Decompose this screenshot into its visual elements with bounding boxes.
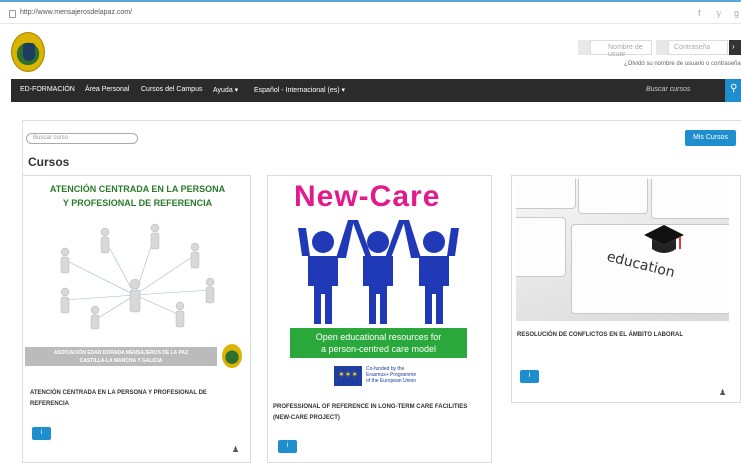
info-icon[interactable]: i (278, 440, 297, 453)
login-button[interactable]: › (729, 40, 741, 55)
forgot-link[interactable]: ¿Olvidó su nombre de usuario o contraseñ… (624, 61, 741, 67)
course-image-1[interactable]: ATENCIÓN CENTRADA EN LA PERSONA Y PROFES… (25, 178, 250, 372)
oer-banner: Open educational resources for a person-… (290, 328, 467, 358)
info-icon[interactable]: i (32, 427, 51, 440)
people-network-illustration (60, 223, 215, 330)
url-text[interactable]: http://www.mensajerosdelapaz.com/ (20, 9, 132, 16)
graduation-cap-icon (644, 225, 684, 253)
eu-cofunding-text: Co-funded by the Erasmus+ Programme of t… (366, 366, 417, 384)
facebook-icon[interactable]: f (698, 8, 701, 18)
site-logo[interactable] (11, 32, 45, 72)
course-image-3[interactable]: education (516, 179, 729, 321)
main-nav: ED-FORMACIÓN Área Personal Cursos del Ca… (11, 79, 741, 102)
image-heading-line1: ATENCIÓN CENTRADA EN LA PERSONA (49, 184, 226, 194)
course-title-3[interactable]: RESOLUCIÓN DE CONFLICTOS EN EL ÁMBITO LA… (517, 330, 732, 341)
password-field[interactable]: Contraseña (668, 40, 728, 55)
association-band: ASOCIACIÓN EDAD DORADA MENSAJEROS DE LA … (25, 347, 217, 366)
nav-item-ayuda[interactable]: Ayuda ▾ (213, 86, 238, 94)
nav-search-input[interactable]: Buscar cursos (646, 86, 690, 93)
newcare-logo-text: New-Care (294, 180, 441, 213)
url-bar: http://www.mensajerosdelapaz.com/ f 𝕪 g (0, 0, 741, 24)
teacher-icon: ♟ (719, 388, 727, 397)
page-icon (9, 10, 16, 18)
association-logo (222, 344, 242, 368)
nav-item-ed-formacion[interactable]: ED-FORMACIÓN (20, 86, 75, 93)
twitter-icon[interactable]: 𝕪 (716, 8, 722, 19)
image-heading-line2: Y PROFESIONAL DE REFERENCIA (62, 198, 213, 208)
user-icon (578, 40, 590, 55)
info-icon[interactable]: i (520, 370, 539, 383)
course-search-input[interactable]: Buscar curso (26, 133, 138, 144)
eu-flag-icon: ✶✶✶ (334, 366, 362, 386)
course-title-1[interactable]: ATENCIÓN CENTRADA EN LA PERSONA Y PROFES… (30, 388, 235, 410)
username-field[interactable]: Nombre de usuar (590, 40, 652, 58)
key-icon (656, 40, 668, 55)
nav-item-area-personal[interactable]: Área Personal (85, 86, 129, 93)
my-courses-button[interactable]: Mis Cursos (685, 130, 736, 146)
course-image-2[interactable]: New-Care Open educational resources for … (286, 178, 471, 391)
raised-hands-illustration (298, 220, 459, 324)
search-icon[interactable]: ⚲ (725, 79, 741, 102)
nav-item-cursos-campus[interactable]: Cursos del Campus (141, 86, 202, 93)
teacher-icon: ♟ (232, 445, 240, 454)
google-plus-icon[interactable]: g (734, 8, 739, 18)
nav-item-language[interactable]: Español - Internacional (es) ▾ (254, 86, 345, 94)
course-title-2[interactable]: PROFESSIONAL OF REFERENCE IN LONG-TERM C… (273, 402, 483, 424)
page-title: Cursos (28, 155, 70, 169)
